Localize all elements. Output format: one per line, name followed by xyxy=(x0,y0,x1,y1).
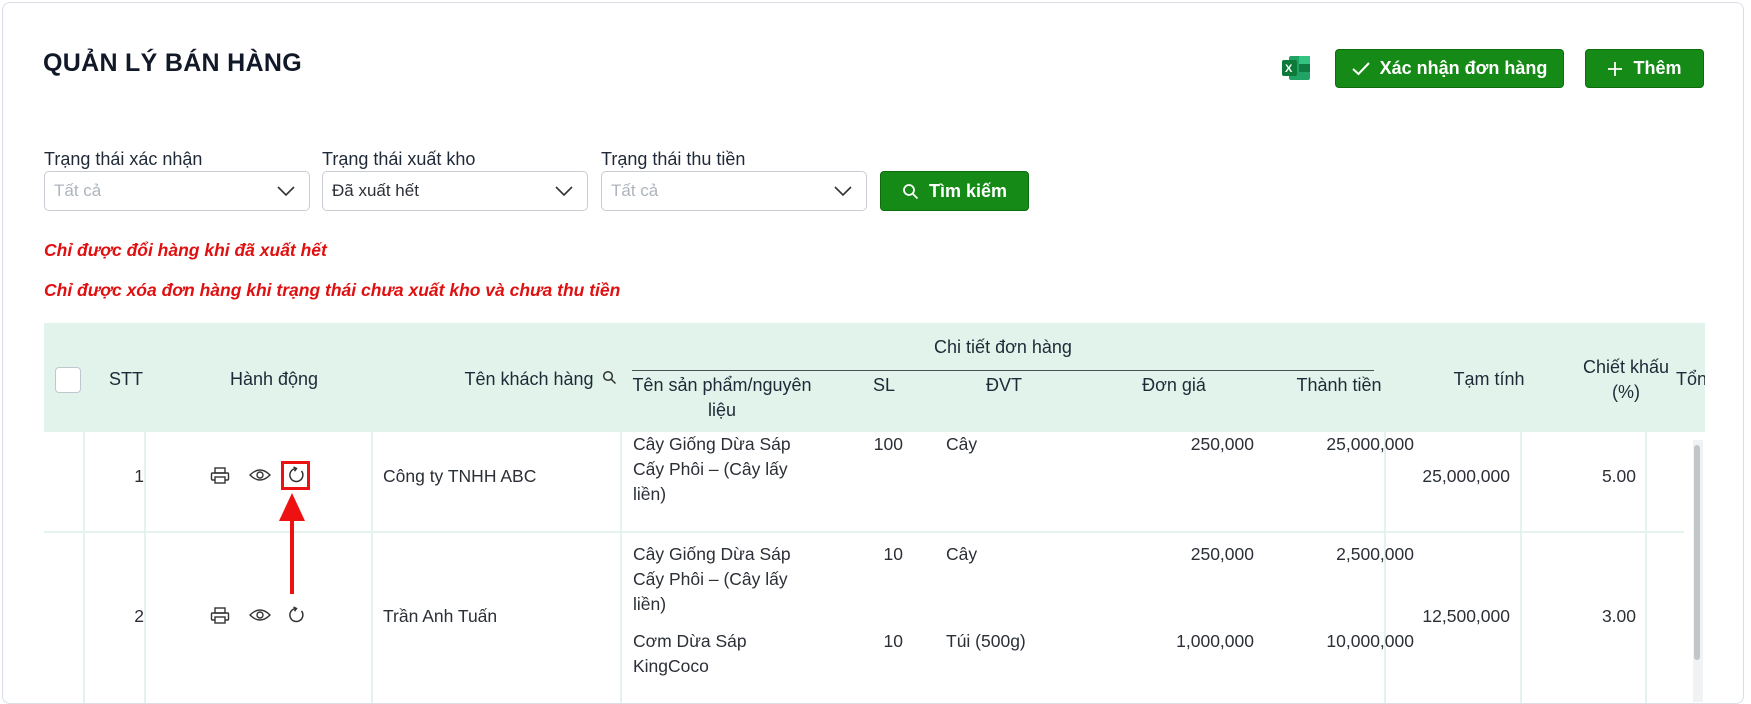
annotation-arrow xyxy=(279,493,305,594)
delete-warning: Chỉ được xóa đơn hàng khi trạng thái chư… xyxy=(44,280,621,300)
print-icon[interactable] xyxy=(210,467,230,485)
row-customer: Công ty TNHH ABC xyxy=(383,466,537,486)
row-stt: 1 xyxy=(134,466,144,486)
select-all-checkbox[interactable] xyxy=(55,367,81,393)
grid-line xyxy=(83,432,85,703)
payment-status-label: Trạng thái thu tiền xyxy=(601,149,746,169)
row-subtotal: 12,500,000 xyxy=(1422,606,1510,626)
plus-icon xyxy=(1608,61,1623,76)
row-discount: 3.00 xyxy=(1601,606,1636,626)
col-qty: SL xyxy=(872,375,896,395)
row-product: Cây Giống Dừa Sáp Cấy Phôi – (Cây lấy li… xyxy=(633,544,791,614)
col-order-detail: Chi tiết đơn hàng xyxy=(934,337,1072,357)
col-amount: Thành tiền xyxy=(1296,375,1382,395)
search-label: Tìm kiếm xyxy=(928,180,1008,201)
add-label: Thêm xyxy=(1633,58,1682,78)
add-button[interactable]: Thêm xyxy=(1585,49,1704,88)
col-product: Tên sản phẩm/nguyên liệu xyxy=(632,375,812,420)
row-price: 250,000 xyxy=(1190,434,1254,454)
payment-status-placeholder: Tất cả xyxy=(611,181,659,200)
row-price: 250,000 xyxy=(1190,544,1254,564)
row-discount: 5.00 xyxy=(1601,466,1636,486)
confirm-status-placeholder: Tất cả xyxy=(54,181,102,200)
scrollbar-thumb[interactable] xyxy=(1694,445,1700,660)
confirm-order-button[interactable]: Xác nhận đơn hàng xyxy=(1335,49,1564,88)
row-unit: Cây xyxy=(946,434,978,454)
col-total: Tổng xyxy=(1676,369,1705,389)
excel-icon[interactable]: X xyxy=(1281,55,1311,81)
search-icon xyxy=(903,183,919,199)
eye-icon[interactable] xyxy=(249,467,271,483)
col-unit: ĐVT xyxy=(986,375,1022,395)
eye-icon[interactable] xyxy=(249,607,271,623)
row-customer: Trần Anh Tuấn xyxy=(383,606,498,626)
col-subtotal: Tạm tính xyxy=(1453,369,1525,389)
header-divider xyxy=(632,370,1374,371)
row-amount: 2,500,000 xyxy=(1336,544,1414,564)
col-price: Đơn giá xyxy=(1142,375,1206,395)
page-frame: QUẢN LÝ BÁN HÀNG X Xác nhận đơn hàng Thê… xyxy=(2,2,1744,704)
grid-line xyxy=(144,432,146,703)
grid-line xyxy=(371,432,373,703)
row-qty: 10 xyxy=(883,631,903,651)
payment-status-select[interactable]: Tất cả xyxy=(601,171,867,211)
export-status-value: Đã xuất hết xyxy=(332,181,419,200)
grid-line xyxy=(1645,432,1647,703)
row-product: Cây Giống Dừa Sáp Cấy Phôi – (Cây lấy li… xyxy=(633,434,791,504)
highlight-box xyxy=(281,461,310,490)
search-button[interactable]: Tìm kiếm xyxy=(880,171,1029,211)
row-subtotal: 25,000,000 xyxy=(1422,466,1510,486)
print-icon[interactable] xyxy=(210,607,230,625)
confirm-status-label: Trạng thái xác nhận xyxy=(44,149,203,169)
row-product: Cơm Dừa Sáp KingCoco xyxy=(633,631,747,676)
export-status-select[interactable]: Đã xuất hết xyxy=(322,171,588,211)
row-price: 1,000,000 xyxy=(1176,631,1254,651)
page-title: QUẢN LÝ BÁN HÀNG xyxy=(43,49,302,77)
col-stt: STT xyxy=(109,369,143,389)
grid-line xyxy=(1384,432,1386,703)
row-qty: 10 xyxy=(883,544,903,564)
exchange-warning: Chỉ được đổi hàng khi đã xuất hết xyxy=(44,240,327,260)
col-discount: Chiết khấu (%) xyxy=(1582,357,1670,402)
table-header: STT Hành động Tên khách hàng Chi tiết đơ… xyxy=(44,323,1705,432)
row-amount: 25,000,000 xyxy=(1326,434,1414,454)
chevron-down-icon xyxy=(277,186,295,197)
confirm-status-select[interactable]: Tất cả xyxy=(44,171,310,211)
col-customer: Tên khách hàng xyxy=(464,369,594,389)
svg-text:X: X xyxy=(1285,63,1293,75)
chevron-down-icon xyxy=(555,186,573,197)
exchange-icon[interactable] xyxy=(287,606,305,624)
grid-line xyxy=(620,432,622,703)
row-amount: 10,000,000 xyxy=(1326,631,1414,651)
col-actions: Hành động xyxy=(229,369,319,389)
check-icon xyxy=(1351,61,1370,75)
grid-line xyxy=(1520,432,1522,703)
export-status-label: Trạng thái xuất kho xyxy=(322,149,476,169)
row-qty: 100 xyxy=(873,434,903,454)
row-unit: Túi (500g) xyxy=(946,631,1026,651)
search-icon[interactable] xyxy=(602,370,617,385)
confirm-order-label: Xác nhận đơn hàng xyxy=(1379,58,1548,78)
row-unit: Cây xyxy=(946,544,978,564)
chevron-down-icon xyxy=(834,186,852,197)
row-stt: 2 xyxy=(134,606,144,626)
